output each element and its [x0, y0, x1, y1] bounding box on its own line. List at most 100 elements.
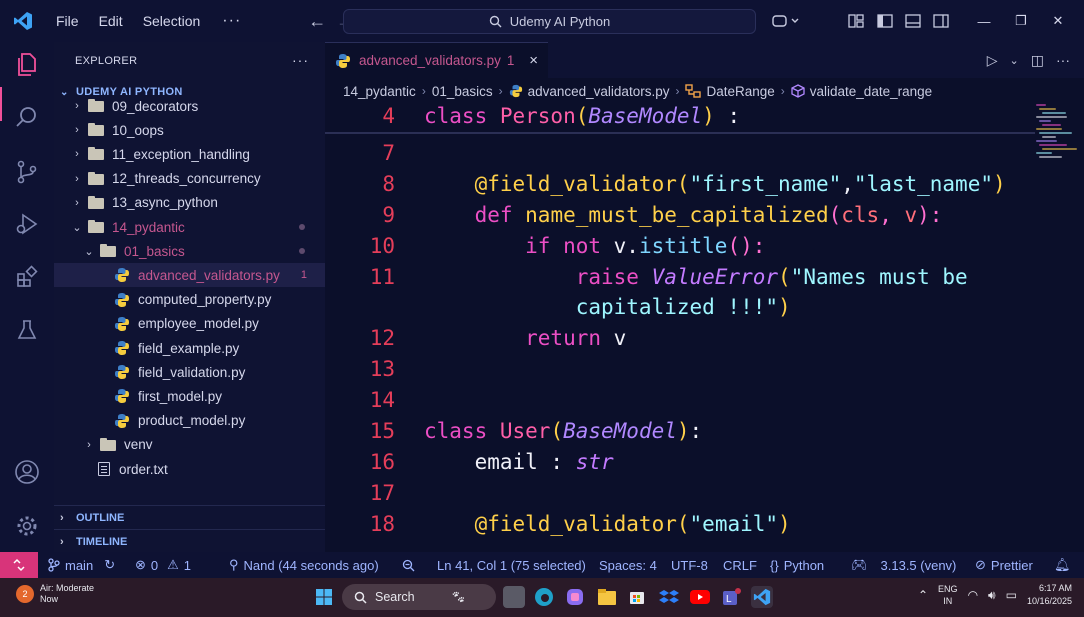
toggle-sidebar-icon[interactable] — [877, 12, 893, 30]
git-branch[interactable]: main ↻ — [48, 552, 115, 578]
source-control-icon[interactable] — [0, 152, 54, 192]
line-ending[interactable]: CRLF — [723, 552, 757, 578]
timeline-section[interactable]: › TIMELINE — [54, 529, 325, 552]
breadcrumb-item[interactable]: advanced_validators.py — [528, 84, 670, 99]
cursor-position[interactable]: Ln 41, Col 1 (75 selected) — [437, 552, 586, 578]
show-hidden-icons-chevron-icon[interactable]: ⌃ — [918, 588, 928, 602]
breadcrumb-item[interactable]: DateRange — [706, 84, 774, 99]
restore-icon[interactable]: ❐ — [1004, 0, 1038, 42]
breadcrumb-item[interactable]: validate_date_range — [810, 84, 932, 99]
run-debug-icon[interactable] — [0, 204, 54, 244]
tree-file[interactable]: computed_property.py — [54, 288, 325, 312]
code-line[interactable]: 12 return v — [325, 326, 627, 357]
menu-edit[interactable]: Edit — [89, 0, 133, 42]
indentation[interactable]: Spaces: 4 — [599, 552, 657, 578]
settings-gear-icon[interactable] — [0, 506, 54, 546]
tree-folder[interactable]: › 09_decorators — [54, 94, 325, 118]
testing-flask-icon[interactable] — [0, 310, 54, 350]
breadcrumb-item[interactable]: 14_pydantic — [343, 84, 416, 99]
code-line[interactable]: 8 @field_validator("first_name","last_na… — [325, 172, 1005, 203]
breadcrumb-item[interactable]: 01_basics — [432, 84, 493, 99]
tree-file[interactable]: first_model.py — [54, 384, 325, 408]
prettier[interactable]: ⊘ Prettier — [975, 552, 1033, 578]
explorer-icon[interactable] — [0, 44, 54, 84]
close-window-icon[interactable]: ✕ — [1041, 0, 1075, 42]
weather-widget[interactable]: 2 Air: Moderate Now — [16, 583, 94, 605]
zoom-icon[interactable] — [402, 552, 415, 578]
clock[interactable]: 6:17 AM 10/16/2025 — [1027, 582, 1072, 608]
tree-file[interactable]: field_example.py — [54, 336, 325, 360]
code-line[interactable]: 13 — [325, 357, 395, 388]
code-line[interactable]: 7 — [325, 141, 395, 172]
tree-file[interactable]: employee_model.py — [54, 312, 325, 336]
teams-icon[interactable]: L — [720, 586, 742, 608]
more-actions-icon[interactable]: ··· — [1056, 52, 1070, 70]
close-icon[interactable]: × — [529, 52, 538, 69]
taskbar-search[interactable]: Search 🐾︎ — [342, 584, 496, 610]
tree-folder[interactable]: › 13_async_python — [54, 191, 325, 215]
menu-more-button[interactable]: ··· — [210, 12, 253, 30]
code-line[interactable]: 14 — [325, 388, 395, 419]
code-line[interactable]: 11 raise ValueError("Names must be — [325, 265, 968, 296]
task-view-icon[interactable] — [503, 586, 525, 608]
minimap[interactable] — [1036, 104, 1077, 164]
command-center-search[interactable]: Udemy AI Python — [343, 9, 756, 34]
problems-indicator[interactable]: ⊗ 0 ⚠ 1 — [135, 552, 191, 578]
code-line[interactable]: 15 class User(BaseModel): — [325, 419, 703, 450]
outline-section[interactable]: › OUTLINE — [54, 505, 325, 529]
python-env[interactable]: 🎮︎ 3.13.5 (venv) — [851, 552, 956, 578]
edge-browser-icon[interactable] — [533, 586, 555, 608]
code-line[interactable]: 10 if not v.istitle(): — [325, 234, 766, 265]
back-arrow-icon[interactable]: ← — [303, 11, 331, 32]
vscode-taskbar-icon[interactable] — [751, 586, 773, 608]
chevron-down-icon[interactable]: ⌄ — [1010, 52, 1019, 70]
code-line[interactable]: 16 email : str — [325, 450, 614, 481]
volume-icon[interactable]: 🔊︎ — [988, 588, 996, 603]
wifi-icon[interactable]: ◠ — [968, 588, 978, 602]
toggle-panel-icon[interactable] — [905, 12, 921, 30]
code-line[interactable]: 9 def name_must_be_capitalized(cls, v): — [325, 203, 942, 234]
code-line[interactable]: 18 @field_validator("email") — [325, 512, 791, 543]
remote-indicator-icon[interactable] — [0, 552, 38, 578]
tab-advanced-validators[interactable]: advanced_validators.py 1 × — [325, 42, 548, 78]
explorer-more-button[interactable]: ··· — [292, 52, 309, 68]
code-line[interactable]: capitalized !!!") — [325, 295, 791, 326]
extensions-icon[interactable] — [0, 257, 54, 297]
tree-folder[interactable]: ⌄ 14_pydantic — [54, 215, 325, 239]
tree-file[interactable]: product_model.py — [54, 409, 325, 433]
copilot-app-icon[interactable] — [564, 586, 586, 608]
tree-file[interactable]: field_validation.py — [54, 360, 325, 384]
start-windows-icon[interactable] — [313, 586, 335, 608]
tree-folder[interactable]: ⌄ 01_basics — [54, 239, 325, 263]
git-blame[interactable]: ⚲ Nand (44 seconds ago) — [229, 552, 379, 578]
input-language[interactable]: ENG IN — [938, 583, 958, 607]
menu-selection[interactable]: Selection — [133, 0, 211, 42]
tree-folder[interactable]: › 10_oops — [54, 118, 325, 142]
run-file-icon[interactable]: ▷ — [987, 52, 998, 70]
code-editor[interactable]: 4 class Person(BaseModel) : last_name : … — [325, 104, 1035, 552]
battery-icon[interactable]: ▭ — [1006, 588, 1017, 602]
menu-file[interactable]: File — [46, 0, 89, 42]
minimize-icon[interactable]: — — [967, 0, 1001, 42]
search-icon[interactable] — [0, 97, 54, 137]
tree-folder[interactable]: › 11_exception_handling — [54, 142, 325, 166]
notifications-bell-icon[interactable]: 🔔︎ — [1054, 552, 1071, 578]
tree-folder[interactable]: › venv — [54, 433, 325, 457]
sticky-scroll-header[interactable]: 4 class Person(BaseModel) : — [325, 104, 1035, 134]
tree-file[interactable]: advanced_validators.py 1 — [54, 263, 325, 288]
code-line[interactable]: 17 — [325, 481, 395, 512]
toggle-secondary-sidebar-icon[interactable] — [933, 12, 949, 30]
sync-icon[interactable]: ↻ — [104, 557, 115, 573]
file-explorer-icon[interactable] — [596, 586, 618, 608]
store-icon[interactable] — [626, 586, 648, 608]
language-mode[interactable]: {} Python — [770, 552, 824, 578]
split-editor-icon[interactable]: ◫ — [1031, 52, 1044, 70]
encoding[interactable]: UTF-8 — [671, 552, 708, 578]
layout-panels-icon[interactable] — [848, 12, 864, 30]
tree-folder[interactable]: › 12_threads_concurrency — [54, 167, 325, 191]
tree-file[interactable]: order.txt — [54, 457, 325, 481]
youtube-icon[interactable] — [689, 586, 711, 608]
dropbox-icon[interactable] — [658, 586, 680, 608]
copilot-icon[interactable] — [772, 12, 802, 30]
account-icon[interactable] — [0, 452, 54, 492]
